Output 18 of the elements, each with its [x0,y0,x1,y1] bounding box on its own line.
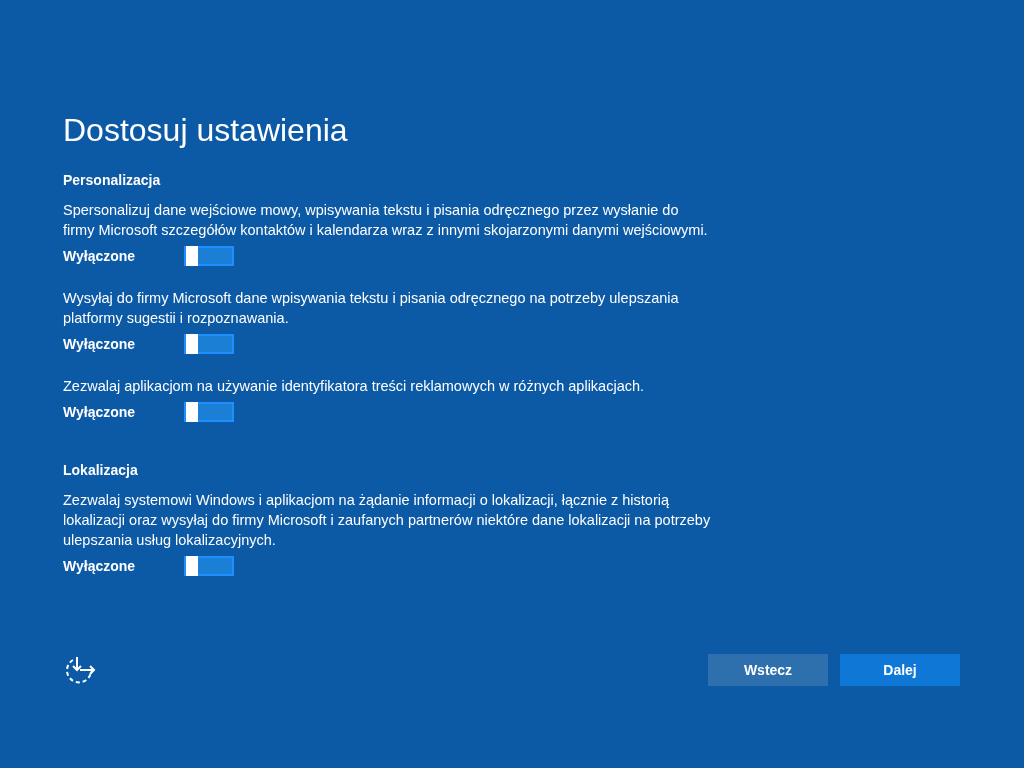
page-title: Dostosuj ustawienia [63,111,349,150]
ease-of-access-icon[interactable] [63,654,97,686]
setting-description: Zezwalaj systemowi Windows i aplikacjom na żądanie informacji o lokalizacji, łącznie z historią lokalizacji oraz wysyłaj do firmy Microsoft i zaufanych partnerów niektóre dane lokalizacji na potrzeby ulepszania usług lokalizacyjnych. [63,491,712,550]
section-heading: Personalizacja [63,172,162,188]
toggle-state-label: Wyłączone [63,558,137,574]
toggle-state-label: Wyłączone [63,336,137,352]
section-heading: Lokalizacja [63,462,139,478]
toggle-state-label: Wyłączone [63,404,137,420]
toggle-switch[interactable] [184,246,234,266]
setting-description: Wysyłaj do firmy Microsoft dane wpisywania tekstu i pisania odręcznego na potrzeby ulepszania platformy sugestii i rozpoznawania. [63,289,680,328]
setting-description: Spersonalizuj dane wejściowe mowy, wpisywania tekstu i pisania odręcznego przez wysłanie do firmy Microsoft szczegółów kontaktów i kalendarza wraz z innymi skojarzonymi danymi wejściowymi. [63,201,709,240]
back-button[interactable]: Wstecz [708,654,828,686]
setting-description: Zezwalaj aplikacjom na używanie identyfikatora treści reklamowych w różnych aplikacjach. [63,377,646,396]
next-button[interactable]: Dalej [840,654,960,686]
toggle-state-label: Wyłączone [63,248,137,264]
toggle-switch[interactable] [184,402,234,422]
toggle-switch[interactable] [184,556,234,576]
toggle-switch[interactable] [184,334,234,354]
